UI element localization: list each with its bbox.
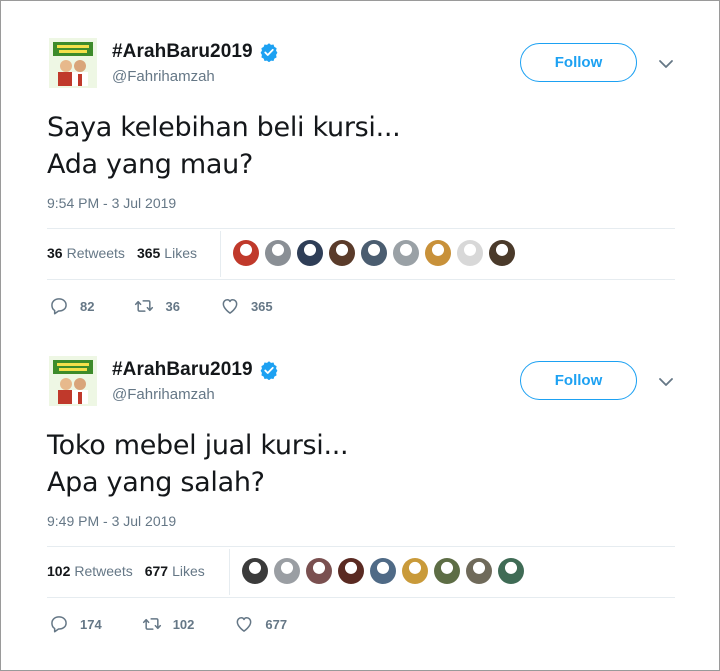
liker-avatar[interactable] <box>434 558 460 584</box>
tweet-card: #ArahBaru2019 @Fahrihamzah Follow Saya k… <box>1 1 720 319</box>
like-count: 365 <box>250 298 273 314</box>
likes-count[interactable]: 677 <box>145 563 168 579</box>
author-name-row[interactable]: #ArahBaru2019 <box>112 357 279 383</box>
like-count: 677 <box>265 616 288 632</box>
chevron-down-icon[interactable] <box>657 373 675 391</box>
retweets-count[interactable]: 102 <box>47 563 70 579</box>
reply-icon <box>51 298 67 315</box>
author-name-row[interactable]: #ArahBaru2019 <box>112 39 279 65</box>
reply-button[interactable]: 82 <box>49 296 94 316</box>
reply-icon <box>51 616 67 633</box>
like-button[interactable]: 365 <box>220 296 273 316</box>
tweet-actions: 174 102 677 <box>49 614 322 634</box>
tweet-timestamp[interactable]: 9:49 PM - 3 Jul 2019 <box>47 513 176 529</box>
like-button[interactable]: 677 <box>234 614 287 634</box>
retweet-button[interactable]: 102 <box>142 614 195 634</box>
liker-avatar[interactable] <box>361 240 387 266</box>
reply-count: 174 <box>80 616 102 632</box>
liker-avatar[interactable] <box>265 240 291 266</box>
stats-separator <box>229 549 230 595</box>
handle[interactable]: @Fahrihamzah <box>112 386 215 403</box>
retweet-count: 102 <box>172 616 195 632</box>
liker-avatar[interactable] <box>370 558 396 584</box>
tweet-text-line: Saya kelebihan beli kursi... <box>47 112 401 143</box>
tweet-text-line: Ada yang mau? <box>47 149 254 180</box>
divider <box>47 597 675 598</box>
engagement-stats: 102 Retweets 677 Likes <box>47 563 205 579</box>
stats-separator <box>220 231 221 277</box>
heart-icon <box>236 617 252 632</box>
handle[interactable]: @Fahrihamzah <box>112 68 215 85</box>
tweet-timestamp[interactable]: 9:54 PM - 3 Jul 2019 <box>47 195 176 211</box>
reply-button[interactable]: 174 <box>49 614 102 634</box>
display-name[interactable]: #ArahBaru2019 <box>112 41 253 63</box>
divider <box>47 546 675 547</box>
chevron-down-icon[interactable] <box>657 55 675 73</box>
reply-count: 82 <box>80 298 95 314</box>
follow-button[interactable]: Follow <box>520 43 637 82</box>
divider <box>47 228 675 229</box>
liker-avatar[interactable] <box>489 240 515 266</box>
likes-label[interactable]: Likes <box>164 245 197 261</box>
retweets-count[interactable]: 36 <box>47 245 63 261</box>
tweet-text: Toko mebel jual kursi... Apa yang salah? <box>47 427 349 501</box>
liker-avatar[interactable] <box>338 558 364 584</box>
divider <box>47 279 675 280</box>
retweet-icon <box>135 300 154 312</box>
liker-avatar[interactable] <box>402 558 428 584</box>
avatar[interactable] <box>49 38 97 88</box>
liker-avatar[interactable] <box>425 240 451 266</box>
retweet-count: 36 <box>165 298 180 314</box>
liker-avatar[interactable] <box>457 240 483 266</box>
liker-avatar[interactable] <box>329 240 355 266</box>
follow-button[interactable]: Follow <box>520 361 637 400</box>
avatar[interactable] <box>49 356 97 406</box>
liker-avatar[interactable] <box>274 558 300 584</box>
retweets-label[interactable]: Retweets <box>67 245 125 261</box>
retweets-label[interactable]: Retweets <box>74 563 132 579</box>
tweet-screenshot-frame: #ArahBaru2019 @Fahrihamzah Follow Saya k… <box>0 0 720 671</box>
display-name[interactable]: #ArahBaru2019 <box>112 359 253 381</box>
liker-avatar[interactable] <box>297 240 323 266</box>
likers-avatars <box>242 558 530 584</box>
verified-badge-icon <box>260 43 278 62</box>
liker-avatar[interactable] <box>306 558 332 584</box>
liker-avatar[interactable] <box>393 240 419 266</box>
liker-avatar[interactable] <box>498 558 524 584</box>
likes-label[interactable]: Likes <box>172 563 205 579</box>
likes-count[interactable]: 365 <box>137 245 160 261</box>
tweet-card: #ArahBaru2019 @Fahrihamzah Follow Toko m… <box>1 319 720 637</box>
retweet-icon <box>142 618 161 630</box>
tweet-text: Saya kelebihan beli kursi... Ada yang ma… <box>47 109 401 183</box>
heart-icon <box>222 299 238 314</box>
likers-avatars <box>233 240 521 266</box>
tweet-text-line: Toko mebel jual kursi... <box>47 430 349 461</box>
liker-avatar[interactable] <box>242 558 268 584</box>
retweet-button[interactable]: 36 <box>134 296 180 316</box>
tweet-actions: 82 36 365 <box>49 296 308 316</box>
verified-badge-icon <box>260 361 278 380</box>
liker-avatar[interactable] <box>233 240 259 266</box>
tweet-text-line: Apa yang salah? <box>47 467 265 498</box>
engagement-stats: 36 Retweets 365 Likes <box>47 245 197 261</box>
liker-avatar[interactable] <box>466 558 492 584</box>
